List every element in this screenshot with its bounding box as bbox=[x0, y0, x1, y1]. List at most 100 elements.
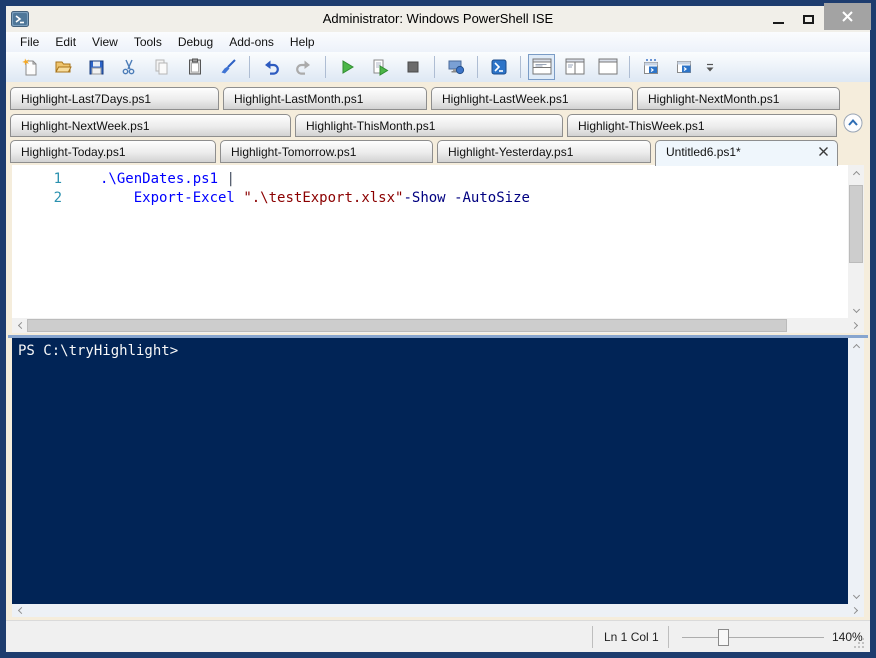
menu-bar: File Edit View Tools Debug Add-ons Help bbox=[6, 32, 870, 52]
statusbar-separator bbox=[668, 626, 669, 648]
paste-button[interactable] bbox=[181, 54, 208, 80]
stop-icon bbox=[407, 61, 418, 73]
main-area: Highlight-Last7Days.ps1 Highlight-LastMo… bbox=[6, 82, 870, 652]
resize-grip-icon[interactable] bbox=[852, 636, 865, 649]
scroll-up-arrow[interactable] bbox=[848, 338, 864, 353]
open-folder-icon bbox=[54, 61, 72, 73]
chevron-up-icon bbox=[852, 170, 860, 178]
maximize-button[interactable] bbox=[796, 6, 820, 32]
console-output[interactable]: PS C:\tryHighlight> bbox=[12, 338, 848, 604]
copy-button[interactable] bbox=[148, 54, 175, 80]
run-play-icon bbox=[342, 60, 354, 74]
script-pane-window-icon-2 bbox=[676, 61, 691, 73]
tab-highlight-last7days[interactable]: Highlight-Last7Days.ps1 bbox=[10, 87, 219, 110]
window-title: Administrator: Windows PowerShell ISE bbox=[322, 11, 554, 26]
maximize-icon bbox=[802, 14, 814, 24]
zoom-slider-track[interactable] bbox=[682, 637, 824, 638]
script-editor-content[interactable]: 1 .\GenDates.ps1 | 2 Export-Excel ".\tes… bbox=[12, 165, 848, 318]
scroll-left-arrow[interactable] bbox=[12, 604, 28, 617]
chevron-right-icon bbox=[850, 606, 859, 615]
close-button[interactable] bbox=[824, 3, 871, 30]
scroll-up-arrow[interactable] bbox=[848, 165, 864, 180]
tab-highlight-lastweek[interactable]: Highlight-LastWeek.ps1 bbox=[431, 87, 633, 110]
script-pane-window-button-1[interactable] bbox=[637, 54, 664, 80]
pane-splitter[interactable] bbox=[8, 335, 868, 338]
collapse-tab-list-button[interactable] bbox=[843, 113, 863, 133]
run-selection-button[interactable] bbox=[366, 54, 393, 80]
scroll-left-arrow[interactable] bbox=[12, 318, 28, 333]
tab-row-1: Highlight-Last7Days.ps1 Highlight-LastMo… bbox=[10, 87, 840, 110]
chevron-down-icon bbox=[852, 305, 860, 313]
paste-clipboard-icon bbox=[188, 58, 201, 75]
clear-console-broom-icon bbox=[221, 59, 236, 74]
editor-vscroll-thumb[interactable] bbox=[849, 185, 863, 263]
show-script-pane-top-button[interactable] bbox=[528, 54, 555, 80]
run-selection-icon bbox=[373, 59, 388, 76]
title-bar[interactable]: Administrator: Windows PowerShell ISE bbox=[6, 3, 871, 32]
toolbar-separator bbox=[434, 56, 435, 78]
remote-computer-icon bbox=[448, 60, 464, 75]
zoom-slider-thumb[interactable] bbox=[718, 629, 729, 646]
tab-untitled6-active[interactable]: Untitled6.ps1* bbox=[655, 140, 838, 166]
tab-row-3: Highlight-Today.ps1 Highlight-Tomorrow.p… bbox=[10, 140, 838, 166]
menu-debug[interactable]: Debug bbox=[170, 32, 221, 52]
save-script-button[interactable] bbox=[82, 54, 109, 80]
code-line-2: 2 Export-Excel ".\testExport.xlsx"-Show … bbox=[12, 189, 848, 208]
menu-view[interactable]: View bbox=[84, 32, 126, 52]
minimize-icon bbox=[772, 22, 784, 24]
start-powershell-exe-button[interactable] bbox=[485, 54, 512, 80]
console-prompt: PS C:\tryHighlight> bbox=[18, 343, 179, 359]
copy-icon bbox=[155, 59, 167, 75]
toolbar-overflow-button[interactable] bbox=[703, 56, 717, 78]
run-script-button[interactable] bbox=[333, 54, 360, 80]
code-token: .\GenDates.ps1 bbox=[100, 171, 219, 187]
tab-highlight-thismonth[interactable]: Highlight-ThisMonth.ps1 bbox=[295, 114, 563, 137]
menu-tools[interactable]: Tools bbox=[126, 32, 170, 52]
scroll-right-arrow[interactable] bbox=[848, 604, 864, 617]
cut-button[interactable] bbox=[115, 54, 142, 80]
editor-hscroll-thumb[interactable] bbox=[27, 319, 787, 332]
scroll-down-arrow[interactable] bbox=[848, 303, 864, 318]
undo-icon bbox=[264, 60, 279, 75]
code-token: -AutoSize bbox=[454, 190, 530, 206]
statusbar-separator bbox=[592, 626, 593, 648]
script-editor-pane[interactable]: 1 .\GenDates.ps1 | 2 Export-Excel ".\tes… bbox=[12, 165, 864, 333]
editor-vertical-scrollbar[interactable] bbox=[848, 165, 864, 318]
stop-operation-button[interactable] bbox=[399, 54, 426, 80]
powershell-ise-window: Administrator: Windows PowerShell ISE Fi… bbox=[0, 0, 876, 658]
menu-help[interactable]: Help bbox=[282, 32, 323, 52]
new-script-button[interactable] bbox=[16, 54, 43, 80]
console-horizontal-scrollbar[interactable] bbox=[12, 604, 864, 617]
menu-add-ons[interactable]: Add-ons bbox=[221, 32, 282, 52]
show-script-pane-maximized-button[interactable] bbox=[594, 54, 621, 80]
code-token: | bbox=[226, 171, 235, 187]
tab-highlight-nextweek[interactable]: Highlight-NextWeek.ps1 bbox=[10, 114, 291, 137]
new-script-icon bbox=[21, 58, 36, 76]
show-script-pane-right-button[interactable] bbox=[561, 54, 588, 80]
clear-console-pane-button[interactable] bbox=[214, 54, 241, 80]
console-vertical-scrollbar[interactable] bbox=[848, 338, 864, 604]
chevron-right-icon bbox=[850, 321, 859, 330]
chevron-up-icon bbox=[852, 343, 860, 351]
undo-button[interactable] bbox=[257, 54, 284, 80]
menu-file[interactable]: File bbox=[12, 32, 47, 52]
tab-close-button[interactable] bbox=[818, 146, 829, 160]
tab-highlight-yesterday[interactable]: Highlight-Yesterday.ps1 bbox=[437, 140, 651, 163]
new-remote-powershell-tab-button[interactable] bbox=[442, 54, 469, 80]
toolbar-separator bbox=[249, 56, 250, 78]
open-script-button[interactable] bbox=[49, 54, 76, 80]
code-text: .\GenDates.ps1 | bbox=[100, 170, 235, 189]
script-pane-window-button-2[interactable] bbox=[670, 54, 697, 80]
redo-button[interactable] bbox=[290, 54, 317, 80]
tab-highlight-tomorrow[interactable]: Highlight-Tomorrow.ps1 bbox=[220, 140, 433, 163]
console-pane: PS C:\tryHighlight> bbox=[12, 338, 864, 617]
tab-highlight-thisweek[interactable]: Highlight-ThisWeek.ps1 bbox=[567, 114, 837, 137]
tab-highlight-lastmonth[interactable]: Highlight-LastMonth.ps1 bbox=[223, 87, 427, 110]
minimize-button[interactable] bbox=[766, 6, 790, 32]
scroll-right-arrow[interactable] bbox=[848, 318, 864, 333]
scroll-down-arrow[interactable] bbox=[848, 589, 864, 604]
tab-highlight-today[interactable]: Highlight-Today.ps1 bbox=[10, 140, 216, 163]
tab-highlight-nextmonth[interactable]: Highlight-NextMonth.ps1 bbox=[637, 87, 840, 110]
menu-edit[interactable]: Edit bbox=[47, 32, 84, 52]
editor-horizontal-scrollbar[interactable] bbox=[12, 318, 864, 333]
